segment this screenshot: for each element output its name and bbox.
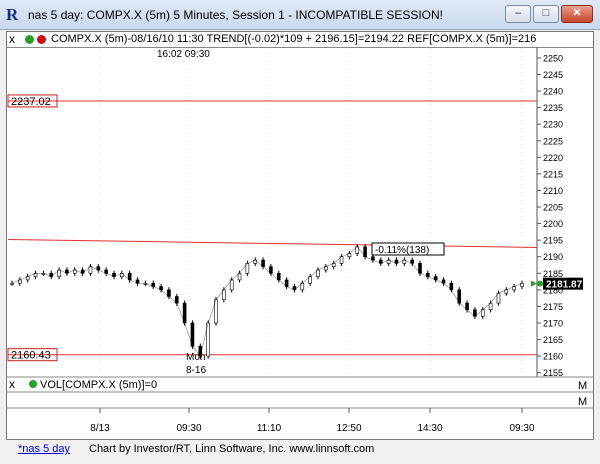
x-tick-label: 14:30 [417, 423, 442, 434]
trend-line [7, 238, 538, 248]
y-tick-label: 2190 [543, 252, 563, 262]
footer-credit: Chart by Investor/RT, Linn Software, Inc… [89, 443, 375, 455]
y-tick-label: 2250 [543, 53, 563, 63]
price-marker-icon [537, 280, 543, 287]
y-tick-label: 2220 [543, 153, 563, 163]
x-tick-label: 09:30 [509, 423, 534, 434]
last-price-label: 2181.87 [546, 280, 583, 291]
y-tick-label: 2155 [543, 368, 563, 378]
y-tick-label: 2215 [543, 169, 563, 179]
candle-body [10, 282, 14, 285]
y-tick-label: 2165 [543, 335, 563, 345]
price-arrow-icon [531, 280, 537, 287]
lower-ref-label: 2160.43 [11, 350, 51, 362]
price-line [11, 246, 523, 357]
y-tick-label: 2160 [543, 352, 563, 362]
y-tick-label: 2200 [543, 219, 563, 229]
price-chart[interactable]: 2155216021652170217521802185219021952200… [0, 0, 600, 464]
y-tick-label: 2170 [543, 318, 563, 328]
y-tick-label: 2195 [543, 236, 563, 246]
m-glyph: M [578, 380, 587, 392]
y-tick-label: 2240 [543, 87, 563, 97]
y-tick-label: 2225 [543, 136, 563, 146]
y-tick-label: 2175 [543, 302, 563, 312]
x-tick-label: 8/13 [90, 423, 110, 434]
volume-close-icon[interactable]: x [9, 377, 15, 391]
x-tick-label: 12:50 [336, 423, 361, 434]
x-tick-label: 11:10 [257, 423, 282, 434]
session-marker-date: 8-16 [186, 365, 206, 376]
y-tick-label: 2210 [543, 186, 563, 196]
volume-status-icon [29, 380, 37, 388]
y-tick-label: 2205 [543, 203, 563, 213]
m-glyph: M [578, 396, 587, 408]
pct-change-label: -0.11%(138) [375, 245, 429, 256]
y-tick-label: 2185 [543, 269, 563, 279]
volume-header-text: VOL[COMPX.X (5m)]=0 [40, 379, 157, 391]
upper-ref-label: 2237.02 [11, 96, 51, 108]
y-tick-label: 2235 [543, 103, 563, 113]
x-tick-label: 09:30 [176, 423, 201, 434]
session-marker-day: Mon [186, 352, 205, 363]
y-tick-label: 2245 [543, 70, 563, 80]
tab-nas-5-day[interactable]: *nas 5 day [18, 443, 70, 455]
y-tick-label: 2230 [543, 120, 563, 130]
